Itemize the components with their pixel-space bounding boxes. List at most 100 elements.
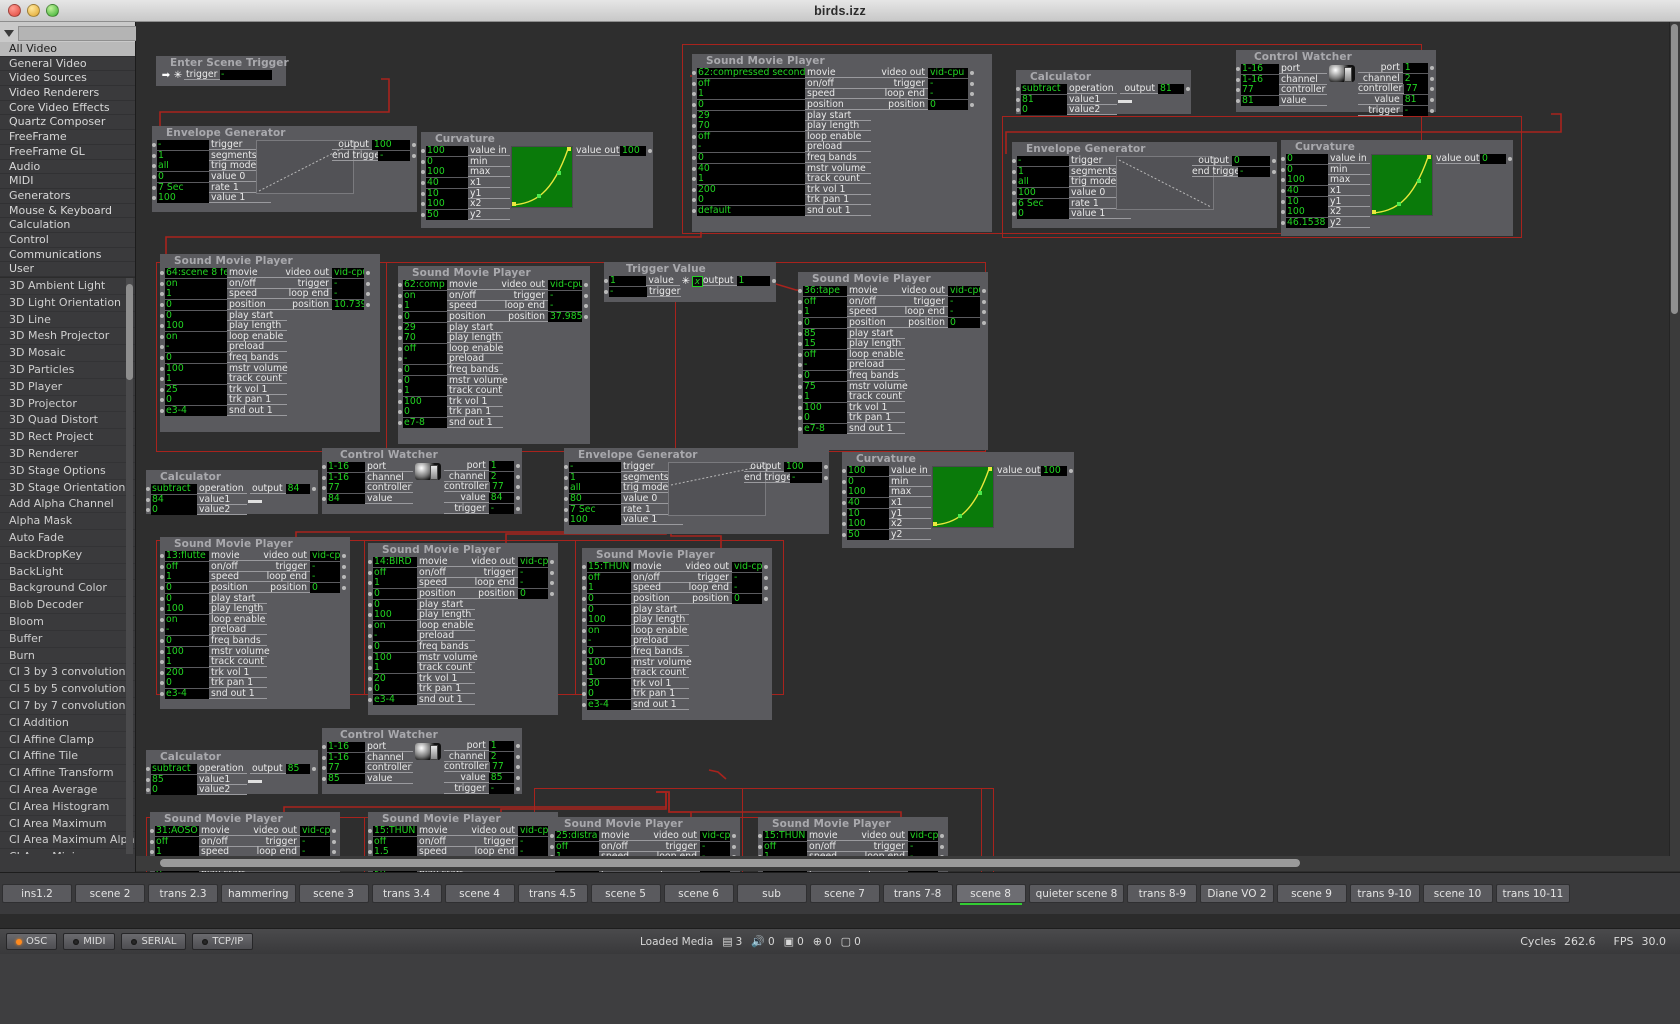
actor-list-item[interactable]: 3D Stage Orientation (0, 480, 135, 497)
input-port-dot[interactable] (692, 113, 696, 118)
input-port-dot[interactable] (798, 395, 802, 400)
port-value[interactable]: 0 (403, 375, 447, 386)
actor-list-item[interactable]: 3D Rect Project (0, 429, 135, 446)
port-value[interactable]: 200 (165, 667, 209, 678)
scene-tab[interactable]: trans 3.4 (371, 884, 442, 903)
actor-list-item[interactable]: 3D Ambient Light (0, 278, 135, 295)
input-port-dot[interactable] (798, 310, 802, 315)
port-value[interactable]: 100 (157, 193, 209, 204)
output-value[interactable]: 1 (488, 461, 514, 472)
category-item-freeframe-gl[interactable]: FreeFrame GL (0, 145, 135, 160)
port-value[interactable]: 0 (697, 100, 805, 111)
input-port-dot[interactable] (160, 692, 164, 697)
input-port-dot[interactable] (160, 681, 164, 686)
input-port-dot[interactable] (398, 346, 402, 351)
port-value[interactable]: 10 (1286, 196, 1328, 207)
input-port-dot[interactable] (582, 628, 586, 633)
output-value[interactable]: vid-cpu (300, 826, 330, 837)
category-item-generators[interactable]: Generators (0, 189, 135, 204)
input-port-dot[interactable] (398, 293, 402, 298)
input-port-dot[interactable] (582, 703, 586, 708)
port-value[interactable]: 100 (847, 487, 889, 498)
port-value[interactable]: 15:THUN (373, 826, 417, 837)
input-port-dot[interactable] (368, 829, 372, 834)
output-port-dot[interactable] (412, 153, 416, 158)
port-value[interactable]: 100 (426, 167, 468, 178)
output-port-dot[interactable] (312, 767, 316, 772)
port-value[interactable]: 1 (803, 307, 847, 318)
actor-list-item[interactable]: BackLight (0, 564, 135, 581)
scene-tab[interactable]: scene 9 (1276, 884, 1347, 903)
port-value[interactable]: 40 (426, 178, 468, 189)
input-port-dot[interactable] (582, 565, 586, 570)
scene-tab[interactable]: Diane VO 2 (1200, 884, 1274, 903)
output-value[interactable]: 100 (1041, 466, 1067, 477)
scene-tab[interactable]: scene 4 (444, 884, 515, 903)
output-port-dot[interactable] (970, 81, 974, 86)
input-port-dot[interactable] (604, 289, 608, 294)
port-value[interactable]: 1 (803, 392, 847, 403)
input-port-dot[interactable] (368, 613, 372, 618)
port-value[interactable]: 1 (403, 301, 447, 312)
actor-list-item[interactable]: CI Area Minimum (0, 849, 135, 854)
input-port-dot[interactable] (152, 196, 156, 201)
port-value[interactable]: 200 (697, 184, 805, 195)
output-value[interactable]: - (310, 572, 340, 583)
canvas-hscroll-thumb[interactable] (160, 859, 1300, 867)
input-port-dot[interactable] (160, 271, 164, 276)
output-value[interactable]: - (310, 561, 340, 572)
port-value[interactable]: - (165, 625, 209, 636)
port-value[interactable]: all (569, 483, 621, 494)
scene-tab[interactable]: scene 7 (809, 884, 880, 903)
output-value[interactable]: - (948, 307, 980, 318)
port-value[interactable]: 77 (1241, 85, 1279, 96)
protocol-button-tcp-ip[interactable]: TCP/IP (192, 933, 254, 950)
output-value[interactable]: - (378, 150, 410, 161)
output-value[interactable]: vid-cpu (332, 268, 364, 279)
port-value[interactable]: 100 (587, 615, 631, 626)
input-port-dot[interactable] (692, 177, 696, 182)
port-value[interactable]: 0 (373, 642, 417, 653)
input-port-dot[interactable] (564, 465, 568, 470)
output-port-dot[interactable] (312, 487, 316, 492)
port-value[interactable]: 29 (403, 322, 447, 333)
port-value[interactable]: 1 (609, 276, 647, 287)
output-value[interactable]: 85 (285, 764, 310, 775)
input-port-dot[interactable] (421, 191, 425, 196)
port-value[interactable]: 100 (569, 515, 621, 526)
output-value[interactable]: - (928, 78, 968, 89)
port-value[interactable]: 100 (373, 610, 417, 621)
port-value[interactable]: 40 (697, 163, 805, 174)
port-value[interactable]: 29 (697, 110, 805, 121)
input-port-dot[interactable] (582, 575, 586, 580)
port-value[interactable]: 84 (151, 494, 197, 505)
input-port-dot[interactable] (564, 518, 568, 523)
port-value[interactable]: 0 (803, 371, 847, 382)
node-envelope-generator-2[interactable]: Envelope Generator - trigger 1 segments all t… (1012, 142, 1277, 228)
input-port-dot[interactable] (160, 366, 164, 371)
output-value[interactable]: - (332, 278, 364, 289)
input-port-dot[interactable] (398, 378, 402, 383)
port-value[interactable]: 1-16 (327, 472, 365, 483)
port-value[interactable]: e7-8 (803, 424, 847, 435)
input-port-dot[interactable] (692, 71, 696, 76)
port-value[interactable]: on (165, 614, 209, 625)
port-value[interactable]: off (587, 572, 631, 583)
input-port-dot[interactable] (146, 767, 150, 772)
output-value[interactable]: - (332, 289, 364, 300)
output-port-dot[interactable] (1186, 87, 1190, 92)
input-port-dot[interactable] (160, 303, 164, 308)
port-value[interactable]: on (373, 620, 417, 631)
input-port-dot[interactable] (160, 607, 164, 612)
output-port-dot[interactable] (332, 829, 336, 834)
input-port-dot[interactable] (160, 377, 164, 382)
input-port-dot[interactable] (398, 357, 402, 362)
actor-list-item[interactable]: Alpha Mask (0, 513, 135, 530)
output-port-dot[interactable] (1430, 66, 1434, 71)
port-value[interactable]: 40 (1286, 186, 1328, 197)
port-value[interactable]: off (697, 78, 805, 89)
input-port-dot[interactable] (152, 143, 156, 148)
node-calculator-bottom[interactable]: Calculator subtract operation 85 value1 0 val… (146, 750, 318, 796)
port-value[interactable]: - (803, 360, 847, 371)
output-value[interactable]: 1 (488, 741, 514, 752)
